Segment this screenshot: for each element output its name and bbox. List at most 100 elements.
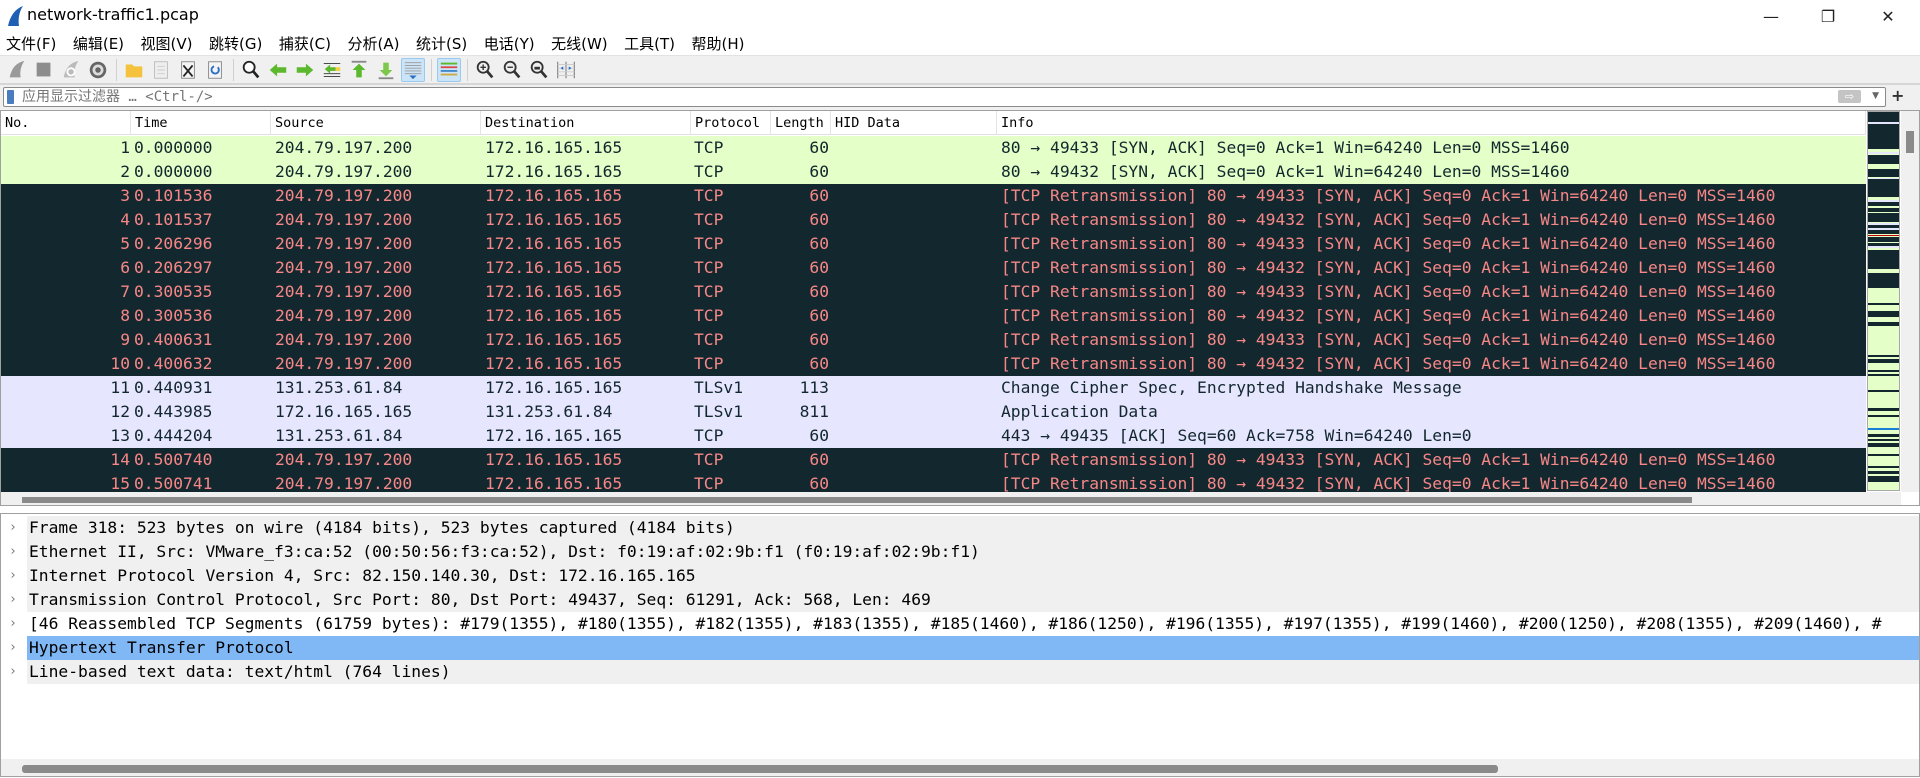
start-capture-button[interactable] [5, 58, 29, 82]
detail-tree-item[interactable]: › Frame 318: 523 bytes on wire (4184 bits… [1, 516, 1919, 540]
filter-dropdown-icon[interactable]: ▼ [1872, 91, 1879, 101]
zoom-out-button[interactable] [500, 58, 524, 82]
menu-item[interactable]: 无线(W) [551, 33, 608, 54]
reload-file-button[interactable] [203, 58, 227, 82]
stop-capture-button[interactable] [32, 58, 56, 82]
restart-capture-button[interactable] [59, 58, 83, 82]
go-back-button[interactable] [266, 58, 290, 82]
packet-row[interactable]: 9 0.400631 204.79.197.200 172.16.165.165 TCP… [1, 328, 1866, 352]
apply-filter-button[interactable]: ⇨ [1838, 90, 1861, 103]
packet-no: 14 [110, 450, 130, 469]
find-packet-button[interactable] [239, 58, 263, 82]
chevron-right-icon[interactable]: › [9, 636, 17, 660]
column-header-info[interactable]: Info [997, 111, 1866, 135]
chevron-right-icon[interactable]: › [9, 660, 17, 684]
packet-row[interactable]: 5 0.206296 204.79.197.200 172.16.165.165 TCP… [1, 232, 1866, 256]
close-file-button[interactable] [176, 58, 200, 82]
packet-no: 2 [120, 162, 130, 181]
minimize-button[interactable]: — [1743, 0, 1799, 32]
menu-item[interactable]: 统计(S) [416, 33, 467, 54]
chevron-right-icon[interactable]: › [9, 588, 17, 612]
auto-scroll-icon [404, 61, 422, 79]
column-header-hid-data[interactable]: HID Data [831, 111, 997, 135]
zoom-normal-button[interactable] [527, 58, 551, 82]
packet-row[interactable]: 1 0.000000 204.79.197.200 172.16.165.165 TCP… [1, 136, 1866, 160]
column-header-time[interactable]: Time [131, 111, 271, 135]
go-first-button[interactable] [347, 58, 371, 82]
packet-proto: TCP [694, 258, 724, 277]
packet-row[interactable]: 15 0.500741 204.79.197.200 172.16.165.165 TC… [1, 472, 1866, 492]
packet-row[interactable]: 8 0.300536 204.79.197.200 172.16.165.165 TCP… [1, 304, 1866, 328]
menu-item[interactable]: 分析(A) [348, 33, 400, 54]
packet-row[interactable]: 12 0.443985 172.16.165.165 131.253.61.84 TLS… [1, 400, 1866, 424]
packet-proto: TCP [694, 162, 724, 181]
menu-item[interactable]: 帮助(H) [692, 33, 745, 54]
packet-row[interactable]: 6 0.206297 204.79.197.200 172.16.165.165 TCP… [1, 256, 1866, 280]
minimap-stripe [1868, 408, 1899, 411]
menu-item[interactable]: 捕获(C) [279, 33, 331, 54]
packet-row[interactable]: 11 0.440931 131.253.61.84 172.16.165.165 TLS… [1, 376, 1866, 400]
menu-item[interactable]: 编辑(E) [73, 33, 124, 54]
details-horizontal-scrollbar[interactable] [1, 759, 1919, 776]
packet-list-vertical-scrollbar[interactable] [1901, 111, 1919, 492]
packet-dst: 172.16.165.165 [485, 282, 623, 301]
bookmark-icon[interactable] [7, 90, 14, 104]
add-filter-button[interactable]: + [1891, 86, 1904, 105]
auto-scroll-button[interactable] [401, 57, 425, 82]
menu-item[interactable]: 电话(Y) [484, 33, 535, 54]
open-file-button[interactable] [122, 58, 146, 82]
chevron-right-icon[interactable]: › [9, 564, 17, 588]
chevron-right-icon[interactable]: › [9, 540, 17, 564]
chevron-right-icon[interactable]: › [9, 516, 17, 540]
packet-row[interactable]: 7 0.300535 204.79.197.200 172.16.165.165 TCP… [1, 280, 1866, 304]
menu-item[interactable]: 跳转(G) [209, 33, 262, 54]
packet-time: 0.101537 [134, 210, 213, 229]
packet-row[interactable]: 10 0.400632 204.79.197.200 172.16.165.165 TC… [1, 352, 1866, 376]
minimap-stripe [1868, 415, 1899, 417]
go-forward-button[interactable] [293, 58, 317, 82]
go-last-button[interactable] [374, 58, 398, 82]
display-filter-input[interactable] [22, 88, 1822, 106]
display-filter-box: ⇨ ▼ [3, 87, 1886, 107]
packet-row[interactable]: 3 0.101536 204.79.197.200 172.16.165.165 TCP… [1, 184, 1866, 208]
column-header-destination[interactable]: Destination [481, 111, 691, 135]
colorize-button[interactable] [437, 57, 461, 82]
save-file-button[interactable] [149, 58, 173, 82]
scrollbar-thumb[interactable] [1906, 131, 1914, 153]
packet-dst: 172.16.165.165 [485, 450, 623, 469]
column-header-source[interactable]: Source [271, 111, 481, 135]
detail-tree-item[interactable]: › Internet Protocol Version 4, Src: 82.15… [1, 564, 1919, 588]
column-header-length[interactable]: Length [771, 111, 831, 135]
detail-tree-item[interactable]: › Transmission Control Protocol, Src Port… [1, 588, 1919, 612]
packet-len: 60 [809, 234, 829, 253]
detail-tree-item[interactable]: › [46 Reassembled TCP Segments (61759 byt… [1, 612, 1919, 636]
packet-row[interactable]: 4 0.101537 204.79.197.200 172.16.165.165 TCP… [1, 208, 1866, 232]
zoom-in-button[interactable] [473, 58, 497, 82]
packet-no: 5 [120, 234, 130, 253]
close-button[interactable]: ✕ [1860, 0, 1916, 32]
packet-row[interactable]: 13 0.444204 131.253.61.84 172.16.165.165 TCP… [1, 424, 1866, 448]
menu-item[interactable]: 工具(T) [624, 33, 675, 54]
packet-list-horizontal-scrollbar[interactable] [1, 492, 1901, 505]
packet-minimap[interactable] [1867, 111, 1900, 491]
packet-row[interactable]: 14 0.500740 204.79.197.200 172.16.165.165 TC… [1, 448, 1866, 472]
chevron-right-icon[interactable]: › [9, 612, 17, 636]
restore-button[interactable]: ❐ [1800, 0, 1856, 32]
menu-item[interactable]: 文件(F) [6, 33, 56, 54]
resize-columns-button[interactable] [554, 58, 578, 82]
go-to-packet-icon [323, 62, 341, 77]
scrollbar-thumb[interactable] [22, 765, 1498, 773]
detail-tree-item-label: Transmission Control Protocol, Src Port:… [27, 588, 1919, 612]
detail-tree-item[interactable]: › Line-based text data: text/html (764 li… [1, 660, 1919, 684]
detail-tree-item[interactable]: › Hypertext Transfer Protocol [1, 636, 1919, 660]
detail-tree-item[interactable]: › Ethernet II, Src: VMware_f3:ca:52 (00:5… [1, 540, 1919, 564]
menu-item[interactable]: 视图(V) [141, 33, 193, 54]
packet-row[interactable]: 2 0.000000 204.79.197.200 172.16.165.165 TCP… [1, 160, 1866, 184]
column-header-protocol[interactable]: Protocol [691, 111, 771, 135]
column-header-no[interactable]: No. [1, 111, 131, 135]
capture-options-button[interactable] [86, 58, 110, 82]
scrollbar-thumb[interactable] [22, 497, 1692, 503]
go-to-packet-button[interactable] [320, 58, 344, 82]
restart-capture-icon [63, 60, 79, 77]
minimap-stripe [1868, 466, 1899, 468]
